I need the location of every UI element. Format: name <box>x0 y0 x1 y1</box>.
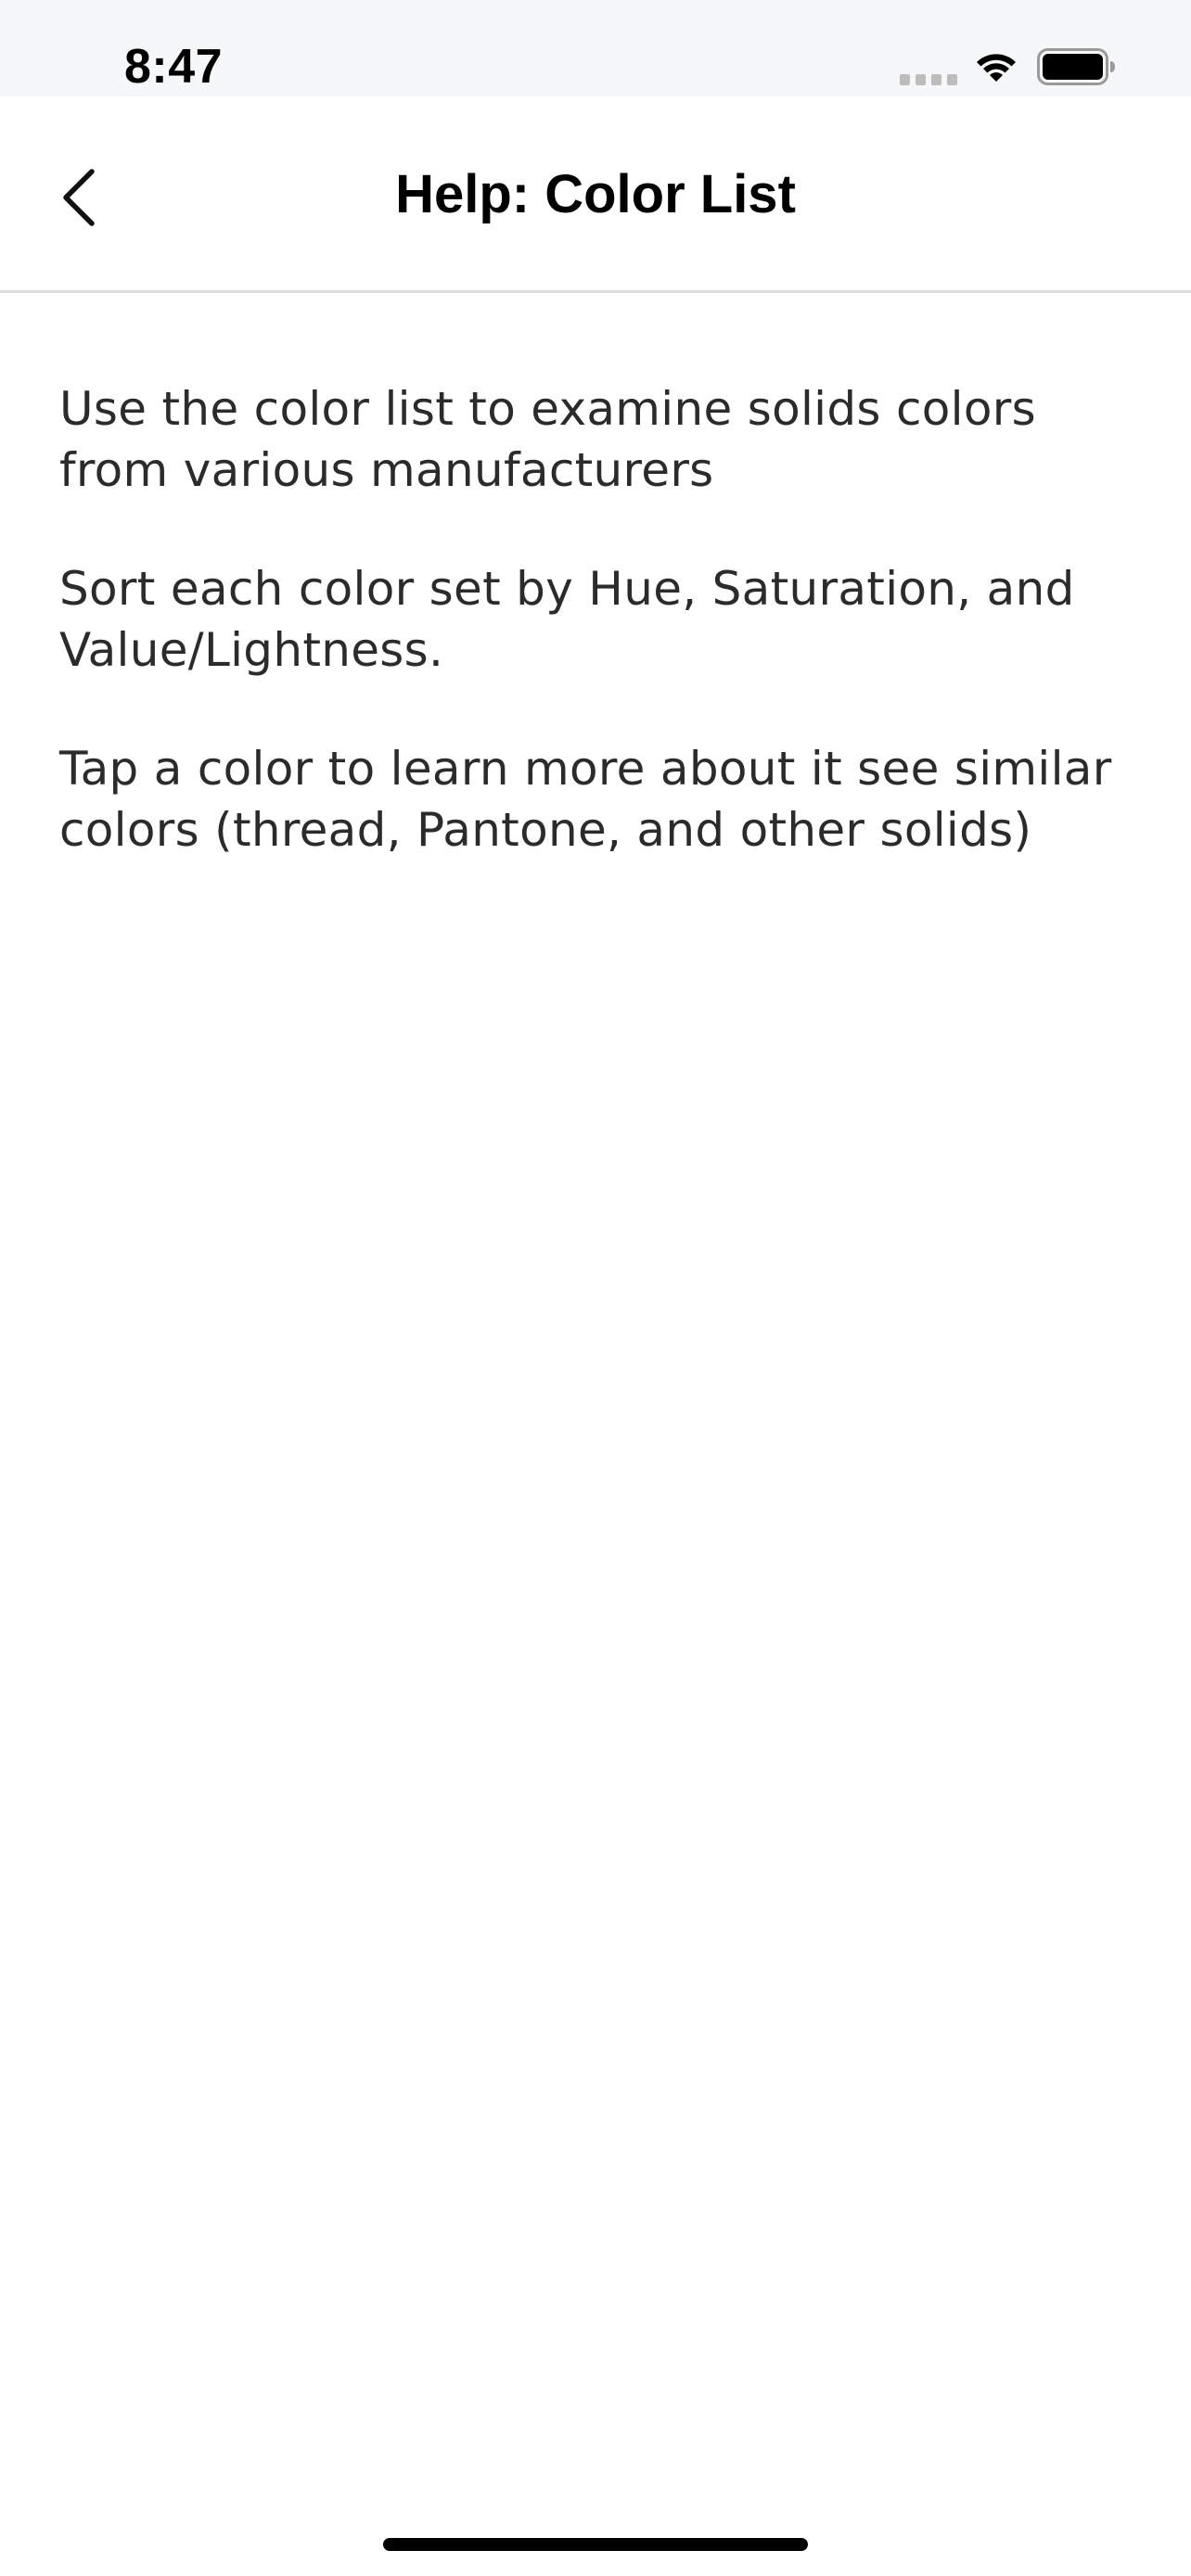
signal-icon <box>900 74 957 85</box>
navigation-bar: Help: Color List <box>0 96 1191 293</box>
help-paragraph-sort: Sort each color set by Hue, Saturation, … <box>59 562 1075 677</box>
help-content: Use the color list to examine solids col… <box>59 378 1145 918</box>
chevron-left-icon <box>63 169 95 226</box>
help-paragraph-tap: Tap a color to learn more about it see s… <box>59 742 1112 857</box>
page-title: Help: Color List <box>395 164 796 224</box>
help-paragraph-color-list: Use the color list to examine solids col… <box>59 382 1036 497</box>
battery-icon <box>1037 48 1115 85</box>
back-button[interactable] <box>37 156 121 239</box>
home-indicator[interactable] <box>383 2538 808 2551</box>
status-bar: 8:47 <box>0 0 1191 96</box>
wifi-icon <box>977 54 1016 82</box>
help-screen: 8:47 Help: Color List Use the color list… <box>0 0 1191 2576</box>
status-time: 8:47 <box>124 40 224 94</box>
